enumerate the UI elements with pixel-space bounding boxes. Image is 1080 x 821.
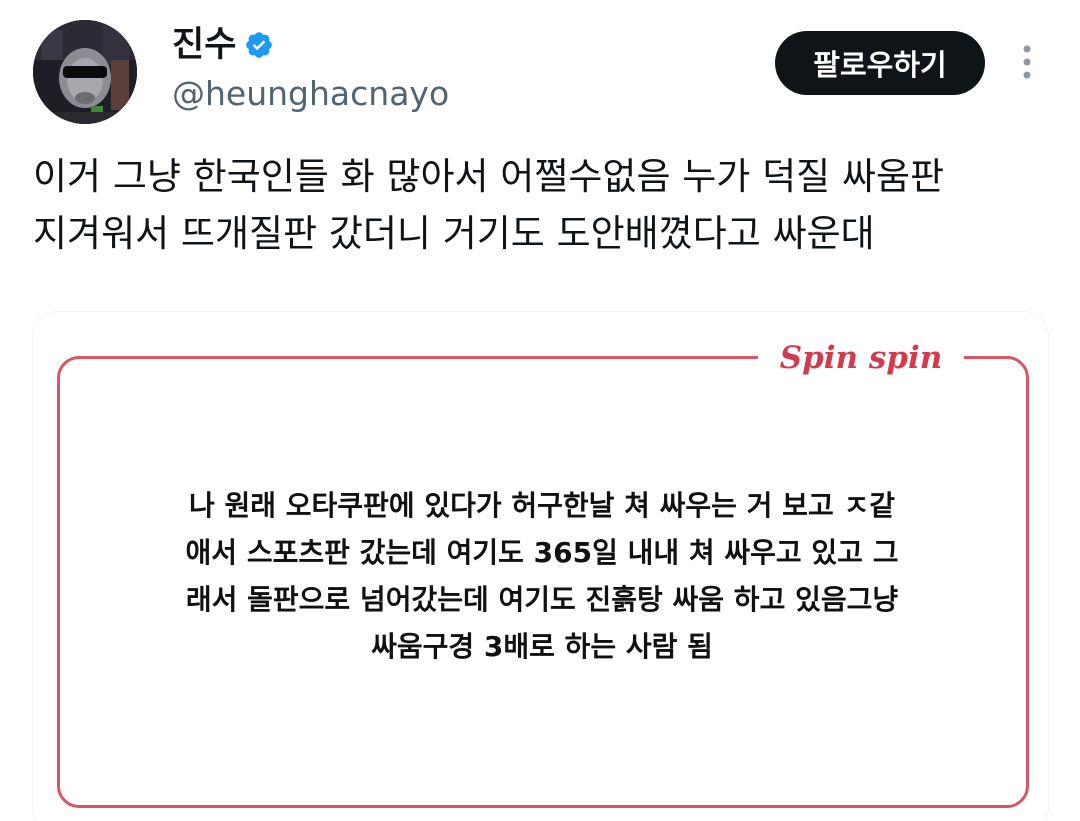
author-avatar[interactable]: [33, 20, 137, 124]
tweet-media-image[interactable]: Spin spin 나 원래 오타쿠판에 있다가 허구한날 쳐 싸우는 거 보고…: [33, 312, 1048, 821]
author-handle[interactable]: @heunghacnayo: [172, 72, 449, 116]
media-caption: 나 원래 오타쿠판에 있다가 허구한날 쳐 싸우는 거 보고 ㅈ같 애서 스포츠…: [77, 482, 1007, 670]
tweet-text: 이거 그냥 한국인들 화 많아서 어쩔수없음 누가 덕질 싸움판 지겨워서 뜨개…: [33, 148, 1063, 262]
tweet-text-line: 이거 그냥 한국인들 화 많아서 어쩔수없음 누가 덕질 싸움판: [33, 155, 945, 198]
author-name-row: 진수: [172, 22, 274, 68]
brand-logo: Spin spin: [779, 340, 943, 376]
follow-button[interactable]: 팔로우하기: [775, 31, 985, 95]
media-caption-line: 래서 돌판으로 넘어갔는데 여기도 진흙탕 싸움 하고 있음그냥: [185, 583, 899, 616]
media-caption-line: 애서 스포츠판 갔는데 여기도 365일 내내 쳐 싸우고 있고 그: [185, 536, 899, 569]
tweet-view: 진수 @heunghacnayo 팔로우하기 이거 그냥 한국인들 화 많아서 …: [0, 0, 1080, 821]
brand-logo-container: Spin spin: [758, 336, 964, 380]
avatar-image: [33, 20, 137, 124]
media-caption-line: 나 원래 오타쿠판에 있다가 허구한날 쳐 싸우는 거 보고 ㅈ같: [189, 489, 895, 522]
more-options-button[interactable]: [1010, 40, 1044, 84]
media-caption-line: 싸움구경 3배로 하는 사람 됨: [371, 630, 713, 663]
author-display-name[interactable]: 진수: [172, 22, 236, 68]
tweet-text-line: 지겨워서 뜨개질판 갔더니 거기도 도안배꼈다고 싸운대: [33, 212, 875, 255]
verified-badge-icon: [244, 30, 274, 60]
vertical-dots-icon: [1023, 45, 1031, 79]
